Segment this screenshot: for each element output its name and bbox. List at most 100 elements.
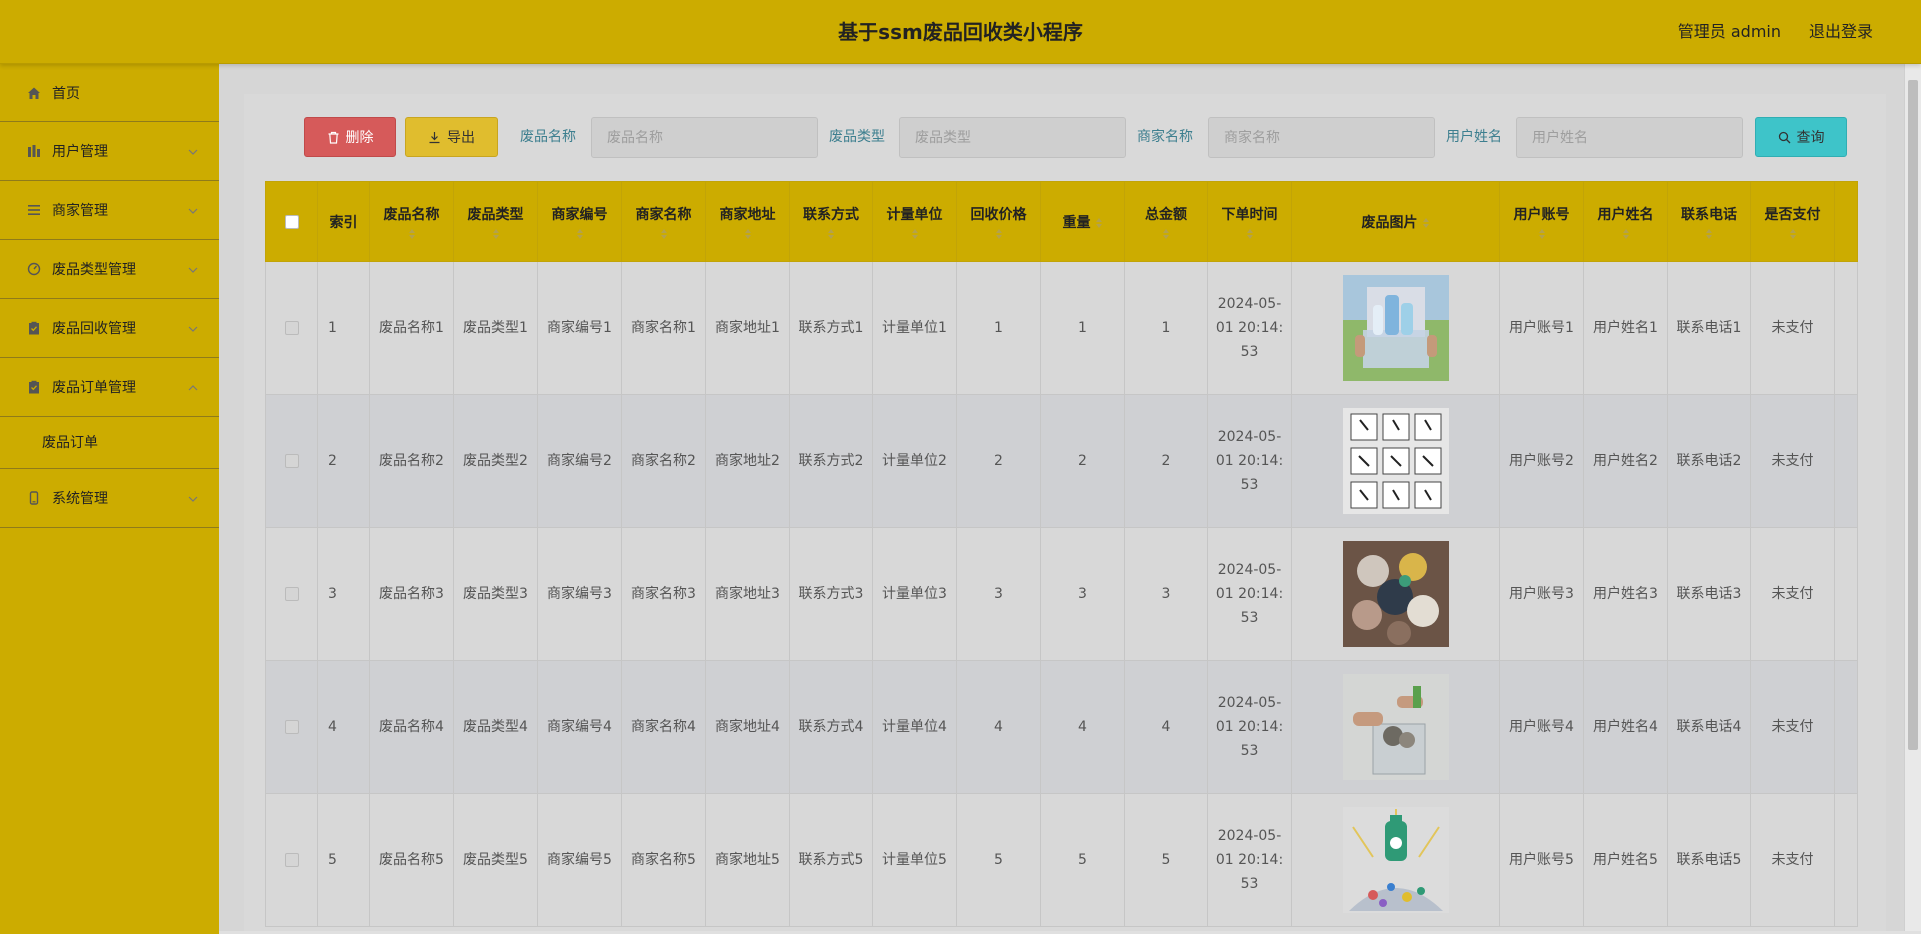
column-header[interactable]: 重量 bbox=[1040, 181, 1125, 262]
column-header[interactable]: 计量单位 bbox=[872, 181, 957, 262]
column-header[interactable]: 下单时间 bbox=[1207, 181, 1292, 262]
waste-type-input[interactable] bbox=[899, 117, 1126, 158]
shop-name-input[interactable] bbox=[1208, 117, 1435, 158]
sort-icon[interactable] bbox=[1095, 217, 1103, 229]
cell-actions bbox=[1834, 261, 1858, 395]
sidebar-item-shops[interactable]: 商家管理 bbox=[0, 181, 219, 240]
column-header[interactable]: 用户账号 bbox=[1499, 181, 1584, 262]
cell-price: 4 bbox=[956, 660, 1041, 794]
cell-shop-name: 商家名称5 bbox=[621, 793, 706, 927]
recycle-icons-grid-image[interactable] bbox=[1342, 408, 1449, 514]
cell-weight: 5 bbox=[1040, 793, 1125, 927]
sort-icon[interactable] bbox=[576, 228, 584, 240]
sort-icon[interactable] bbox=[911, 228, 919, 240]
sidebar-subitem-label: 废品订单 bbox=[42, 435, 98, 451]
column-header[interactable]: 联系电话 bbox=[1667, 181, 1751, 262]
top-header: 基于ssm废品回收类小程序 管理员 admin 退出登录 bbox=[0, 0, 1921, 64]
clothes-pile-image[interactable] bbox=[1342, 541, 1449, 647]
cell-total: 4 bbox=[1124, 660, 1208, 794]
hands-sorting-bin-image[interactable] bbox=[1342, 674, 1449, 780]
user-name-input[interactable] bbox=[1516, 117, 1743, 158]
cell-waste-name: 废品名称2 bbox=[369, 394, 454, 528]
cell-shop-address: 商家地址5 bbox=[705, 793, 790, 927]
cell-user-account: 用户账号5 bbox=[1499, 793, 1584, 927]
row-checkbox[interactable] bbox=[284, 853, 299, 867]
sidebar-item-users[interactable]: 用户管理 bbox=[0, 122, 219, 181]
sort-icon[interactable] bbox=[1162, 228, 1170, 240]
cell-actions bbox=[1834, 793, 1858, 927]
cell-user-name: 用户姓名3 bbox=[1583, 527, 1668, 661]
sidebar-item-waste-types[interactable]: 废品类型管理 bbox=[0, 240, 219, 299]
export-button[interactable]: 导出 bbox=[405, 117, 498, 157]
sort-icon[interactable] bbox=[1246, 228, 1254, 240]
waste-name-input[interactable] bbox=[591, 117, 818, 158]
cell-shop-name: 商家名称1 bbox=[621, 261, 706, 395]
column-header[interactable]: 索引 bbox=[317, 181, 370, 262]
vertical-scrollbar[interactable] bbox=[1904, 64, 1921, 934]
select-all-checkbox[interactable] bbox=[284, 214, 299, 229]
cell-weight: 2 bbox=[1040, 394, 1125, 528]
sort-icon[interactable] bbox=[492, 228, 500, 240]
column-header[interactable]: 联系方式 bbox=[789, 181, 873, 262]
sidebar-item-home[interactable]: 首页 bbox=[0, 64, 219, 122]
column-header[interactable]: 商家名称 bbox=[621, 181, 706, 262]
filter-label-user-name: 用户姓名 bbox=[1446, 129, 1502, 145]
delete-label: 删除 bbox=[345, 130, 374, 146]
delete-button[interactable]: 删除 bbox=[304, 117, 396, 157]
sidebar-subitem-waste-order[interactable]: 废品订单 bbox=[0, 416, 219, 469]
sort-icon[interactable] bbox=[995, 228, 1003, 240]
cell-phone: 联系电话5 bbox=[1667, 793, 1751, 927]
sort-icon[interactable] bbox=[408, 228, 416, 240]
bottles-in-crate-image[interactable] bbox=[1342, 275, 1449, 381]
users-icon bbox=[26, 143, 42, 159]
column-header[interactable]: 总金额 bbox=[1124, 181, 1208, 262]
column-header[interactable]: 回收价格 bbox=[956, 181, 1041, 262]
sidebar-item-waste-recycle[interactable]: 废品回收管理 bbox=[0, 299, 219, 358]
sort-icon[interactable] bbox=[827, 228, 835, 240]
column-header[interactable]: 用户姓名 bbox=[1583, 181, 1668, 262]
sort-icon[interactable] bbox=[660, 228, 668, 240]
row-checkbox[interactable] bbox=[284, 321, 299, 335]
cell-waste-name: 废品名称5 bbox=[369, 793, 454, 927]
cell-phone: 联系电话3 bbox=[1667, 527, 1751, 661]
recycling-illustration-image[interactable] bbox=[1342, 807, 1449, 913]
orders-table: 索引 废品名称 废品类型 商家编号 商家名称 商家地址 联系方式 计量单位 回收… bbox=[265, 181, 1858, 927]
export-label: 导出 bbox=[447, 130, 475, 146]
column-header[interactable]: 废品类型 bbox=[453, 181, 538, 262]
cell-shop-no: 商家编号3 bbox=[537, 527, 622, 661]
cell-price: 2 bbox=[956, 394, 1041, 528]
cell-shop-no: 商家编号2 bbox=[537, 394, 622, 528]
column-header[interactable]: 废品名称 bbox=[369, 181, 454, 262]
cell-user-account: 用户账号4 bbox=[1499, 660, 1584, 794]
sidebar-item-label: 废品订单管理 bbox=[52, 380, 136, 396]
scrollbar-thumb[interactable] bbox=[1908, 80, 1918, 750]
sort-icon[interactable] bbox=[1422, 217, 1430, 229]
cell-shop-address: 商家地址4 bbox=[705, 660, 790, 794]
cell-shop-address: 商家地址3 bbox=[705, 527, 790, 661]
row-checkbox[interactable] bbox=[284, 587, 299, 601]
sidebar-item-waste-orders[interactable]: 废品订单管理 bbox=[0, 358, 219, 417]
column-header[interactable]: 废品图片 bbox=[1291, 181, 1500, 262]
cell-order-time: 2024-05-01 20:14:53 bbox=[1207, 394, 1292, 528]
logout-button[interactable]: 退出登录 bbox=[1809, 0, 1873, 64]
sort-icon[interactable] bbox=[1538, 228, 1546, 240]
sort-icon[interactable] bbox=[1789, 228, 1797, 240]
column-header[interactable]: 商家地址 bbox=[705, 181, 790, 262]
sort-icon[interactable] bbox=[1705, 228, 1713, 240]
cell-index: 3 bbox=[317, 527, 370, 661]
row-checkbox[interactable] bbox=[284, 720, 299, 734]
sidebar-item-system[interactable]: 系统管理 bbox=[0, 469, 219, 528]
column-header[interactable]: 商家编号 bbox=[537, 181, 622, 262]
cell-actions bbox=[1834, 394, 1858, 528]
query-button[interactable]: 查询 bbox=[1755, 117, 1847, 157]
download-icon bbox=[429, 131, 440, 143]
table-row: 2 废品名称2 废品类型2 商家编号2 商家名称2 商家地址2 联系方式2 计量… bbox=[265, 394, 1858, 528]
sort-icon[interactable] bbox=[1622, 228, 1630, 240]
cell-unit: 计量单位1 bbox=[872, 261, 957, 395]
sort-icon[interactable] bbox=[744, 228, 752, 240]
column-header[interactable]: 是否支付 bbox=[1750, 181, 1835, 262]
cell-contact: 联系方式5 bbox=[789, 793, 873, 927]
app-title: 基于ssm废品回收类小程序 bbox=[838, 20, 1083, 44]
row-checkbox[interactable] bbox=[284, 454, 299, 468]
cell-index: 2 bbox=[317, 394, 370, 528]
